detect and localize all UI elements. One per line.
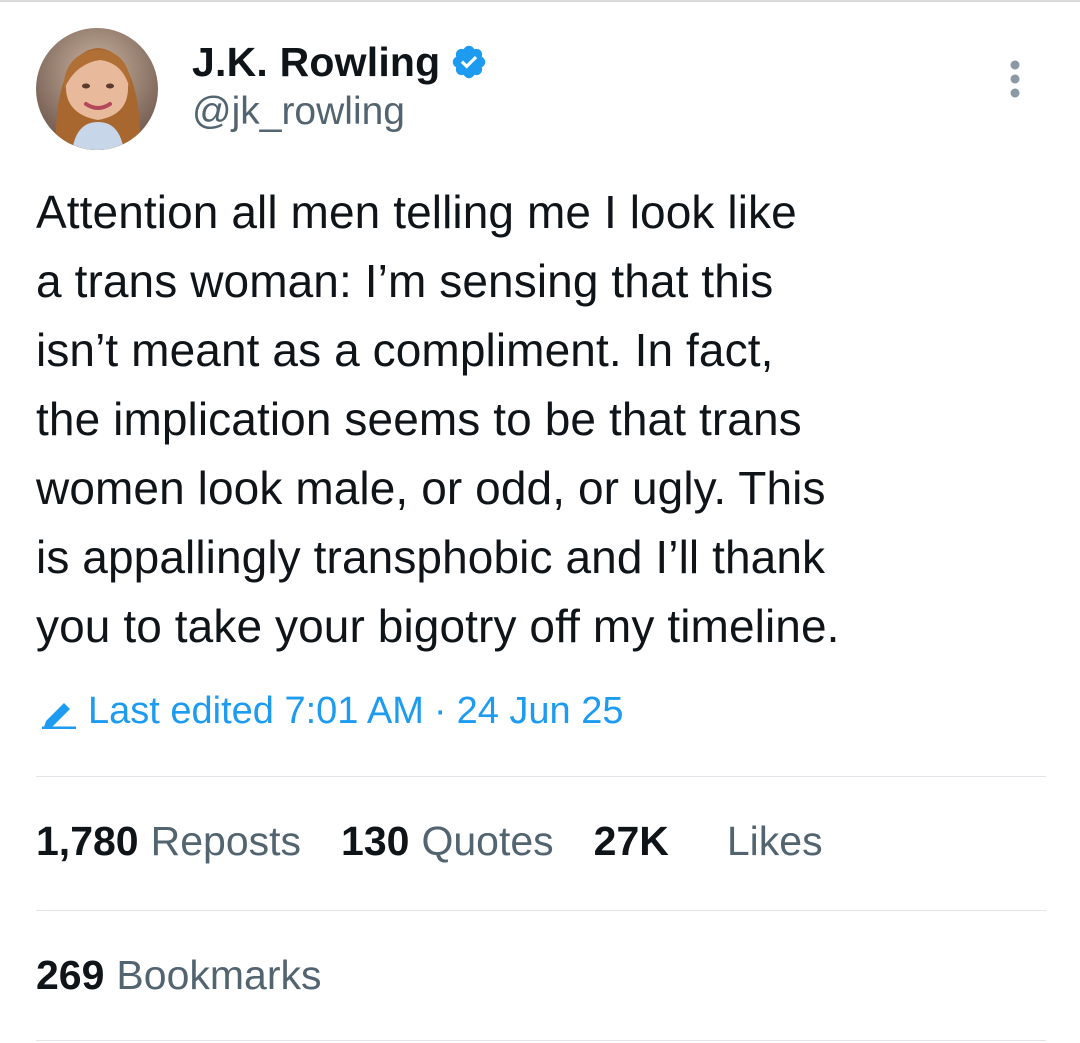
tweet-text: Attention all men telling me I look like… (36, 186, 840, 652)
stats-divider-top (36, 776, 1046, 777)
quotes-stat[interactable]: 130 Quotes (341, 818, 554, 865)
tweet-date: 24 Jun 25 (456, 690, 624, 732)
more-options-icon[interactable] (1006, 58, 1024, 100)
pencil-icon (38, 695, 80, 729)
bookmarks-count: 269 (36, 952, 105, 998)
quotes-label: Quotes (421, 818, 554, 864)
edit-history-link[interactable]: Last edited 7:01 AM · 24 Jun 25 (38, 690, 623, 733)
display-name[interactable]: J.K. Rowling (192, 39, 440, 86)
engagement-stats: 1,780 Reposts 130 Quotes 27K Likes (36, 818, 863, 865)
likes-stat[interactable]: 27K Likes (594, 818, 823, 865)
likes-label: Likes (726, 818, 823, 864)
likes-count: 27K (593, 818, 669, 864)
bookmarks-label: Bookmarks (116, 952, 322, 998)
reposts-stat[interactable]: 1,780 Reposts (36, 818, 301, 865)
timestamp-separator: · (433, 690, 447, 732)
avatar[interactable] (36, 28, 158, 150)
reposts-count: 1,780 (36, 818, 139, 864)
top-divider (0, 0, 1080, 2)
verified-badge-icon[interactable] (450, 43, 488, 81)
edited-label: Last edited 7:01 AM (88, 690, 424, 732)
tweet-header: J.K. Rowling @jk_rowling (36, 28, 1046, 152)
quotes-count: 130 (341, 818, 410, 864)
bookmarks-stat[interactable]: 269 Bookmarks (36, 952, 321, 999)
stats-divider-bottom (36, 1040, 1046, 1041)
profile-photo (36, 28, 158, 150)
stats-divider-middle (36, 910, 1046, 911)
author-names: J.K. Rowling @jk_rowling (192, 36, 488, 134)
author-handle[interactable]: @jk_rowling (192, 90, 488, 134)
reposts-label: Reposts (150, 818, 302, 864)
